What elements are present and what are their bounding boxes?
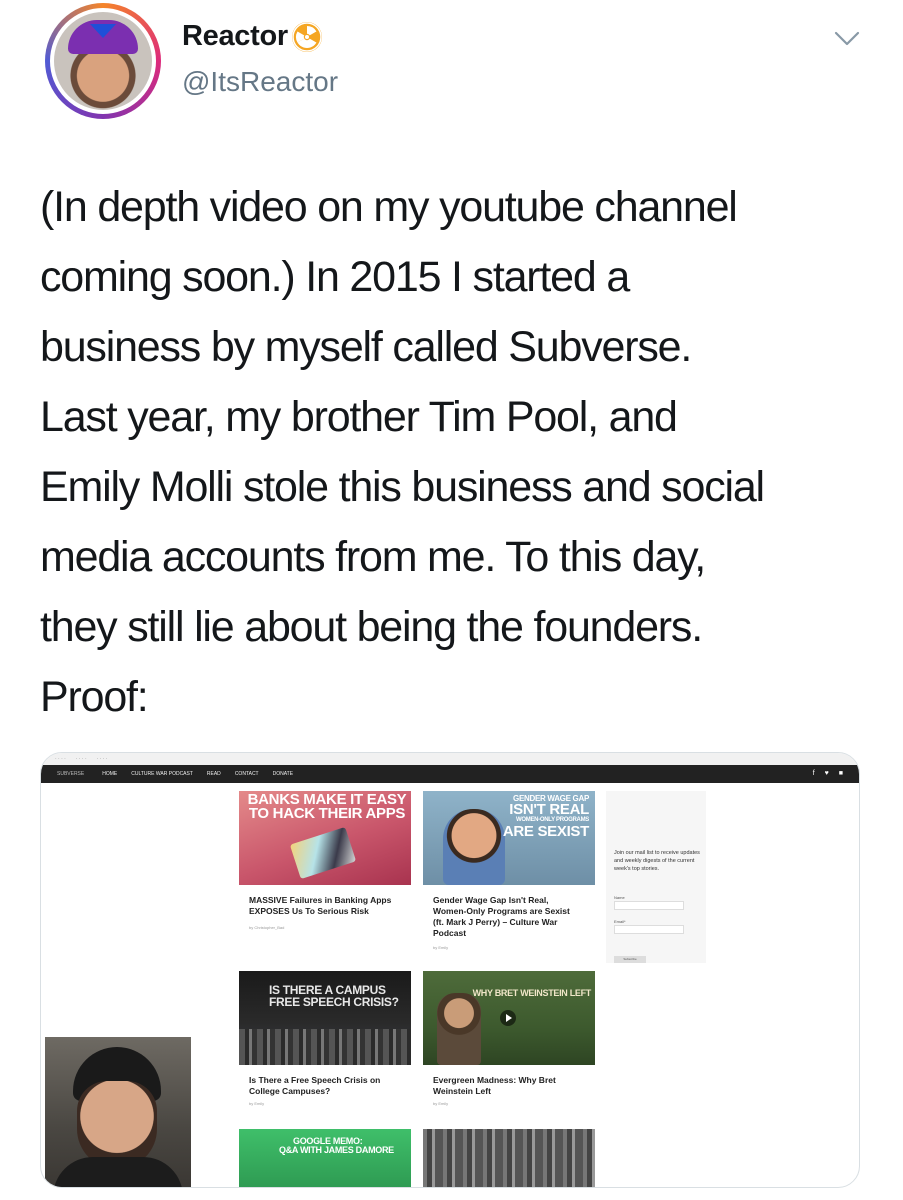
nav-item-contact: CONTACT (234, 771, 259, 777)
article-meta: by Emily (433, 1101, 449, 1106)
article-card: GOOGLE MEMO: Q&A WITH JAMES DAMORE (239, 1129, 411, 1187)
nav-item-donate: DONATE (272, 771, 294, 777)
article-title: Gender Wage Gap Isn't Real, Women-Only P… (433, 895, 570, 938)
thumbnail-title-2: FREE SPEECH CRISIS? (269, 995, 399, 1009)
article-title: Evergreen Madness: Why Bret Weinstein Le… (433, 1075, 556, 1096)
article-thumbnail (423, 1129, 595, 1187)
article-thumbnail: WHY BRET WEINSTEIN LEFT (423, 971, 595, 1065)
tweet-line: Emily Molli stole this business and soci… (40, 463, 765, 511)
article-card: WHY BRET WEINSTEIN LEFT Evergreen Madnes… (423, 971, 595, 1121)
article-title: Is There a Free Speech Crisis on College… (249, 1075, 381, 1096)
nav-item-home: HOME (102, 771, 118, 777)
tweet-line: they still lie about being the founders. (40, 603, 703, 651)
nav-item-podcast: CULTURE WAR PODCAST (131, 771, 193, 777)
thumbnail-title-4: ARE SEXIST (502, 823, 589, 840)
tweet-line: coming soon.) In 2015 I started a (40, 253, 630, 301)
nav-item-read: READ (206, 771, 221, 777)
name-field (614, 901, 684, 910)
social-icons: f ♥ ■ (812, 770, 847, 777)
play-icon (500, 1010, 516, 1026)
tweet-text: (In depth video on my youtube channel co… (40, 172, 880, 732)
article-meta: by Emily (249, 1101, 265, 1106)
avatar-photo (50, 8, 156, 114)
thumbnail-title: WHY BRET WEINSTEIN LEFT (472, 988, 592, 998)
face-shape (77, 1081, 157, 1169)
crowd-graphic (239, 1029, 411, 1065)
newsletter-text: Join our mail list to receive updates an… (614, 850, 700, 872)
article-title: MASSIVE Failures in Banking Apps EXPOSES… (249, 895, 392, 916)
article-card: BANKS MAKE IT EASY TO HACK THEIR APPS MA… (239, 791, 411, 941)
thumbnail-title-2: Q&A WITH JAMES DAMORE (279, 1145, 394, 1155)
newsletter-sidebar: Join our mail list to receive updates an… (606, 791, 706, 963)
shirt-shape (53, 1157, 183, 1187)
display-name[interactable]: Reactor (182, 20, 288, 53)
tweet-line: Proof: (40, 673, 149, 721)
bank-cards-graphic (289, 826, 357, 880)
tweet-line: (In depth video on my youtube channel (40, 183, 738, 231)
article-thumbnail: BANKS MAKE IT EASY TO HACK THEIR APPS (239, 791, 411, 885)
webcam-overlay (45, 1037, 191, 1187)
chevron-down-icon[interactable] (833, 24, 861, 52)
site-logo: SUBVERSE (57, 771, 85, 777)
tweet-line: Last year, my brother Tim Pool, and (40, 393, 678, 441)
thumbnail-title-2: ISN'T REAL (509, 801, 589, 818)
browser-bookmarks-bar: · · · · · · · · · · · · (41, 753, 859, 765)
guest-photo (437, 993, 481, 1065)
user-handle[interactable]: @ItsReactor (182, 66, 338, 98)
guest-photo (443, 809, 505, 885)
name-row: Reactor (182, 20, 322, 53)
article-thumbnail: GENDER WAGE GAP ISN'T REAL WOMEN-ONLY PR… (423, 791, 595, 885)
article-card: IS THERE A CAMPUS FREE SPEECH CRISIS? Is… (239, 971, 411, 1121)
article-thumbnail: GOOGLE MEMO: Q&A WITH JAMES DAMORE (239, 1129, 411, 1187)
tweet-line: business by myself called Subverse. (40, 323, 692, 371)
subscribe-button: Subscribe (614, 956, 646, 963)
site-nav: SUBVERSE HOME CULTURE WAR PODCAST READ C… (41, 765, 859, 783)
name-label: Name (614, 895, 625, 900)
avatar[interactable] (45, 3, 161, 119)
article-meta: by Christopher_Bad (249, 925, 285, 930)
tweet-line: media accounts from me. To this day, (40, 533, 706, 581)
article-card: GENDER WAGE GAP ISN'T REAL WOMEN-ONLY PR… (423, 791, 595, 961)
article-card (423, 1129, 595, 1187)
radioactive-icon (291, 21, 322, 52)
email-label: Email* (614, 919, 626, 924)
article-thumbnail: IS THERE A CAMPUS FREE SPEECH CRISIS? (239, 971, 411, 1065)
thumbnail-title: BANKS MAKE IT EASY TO HACK THEIR APPS (247, 791, 407, 823)
email-field (614, 925, 684, 934)
article-meta: by Emily (433, 945, 449, 950)
tweet-media-image[interactable]: · · · · · · · · · · · · SUBVERSE HOME CULT… (40, 752, 860, 1188)
